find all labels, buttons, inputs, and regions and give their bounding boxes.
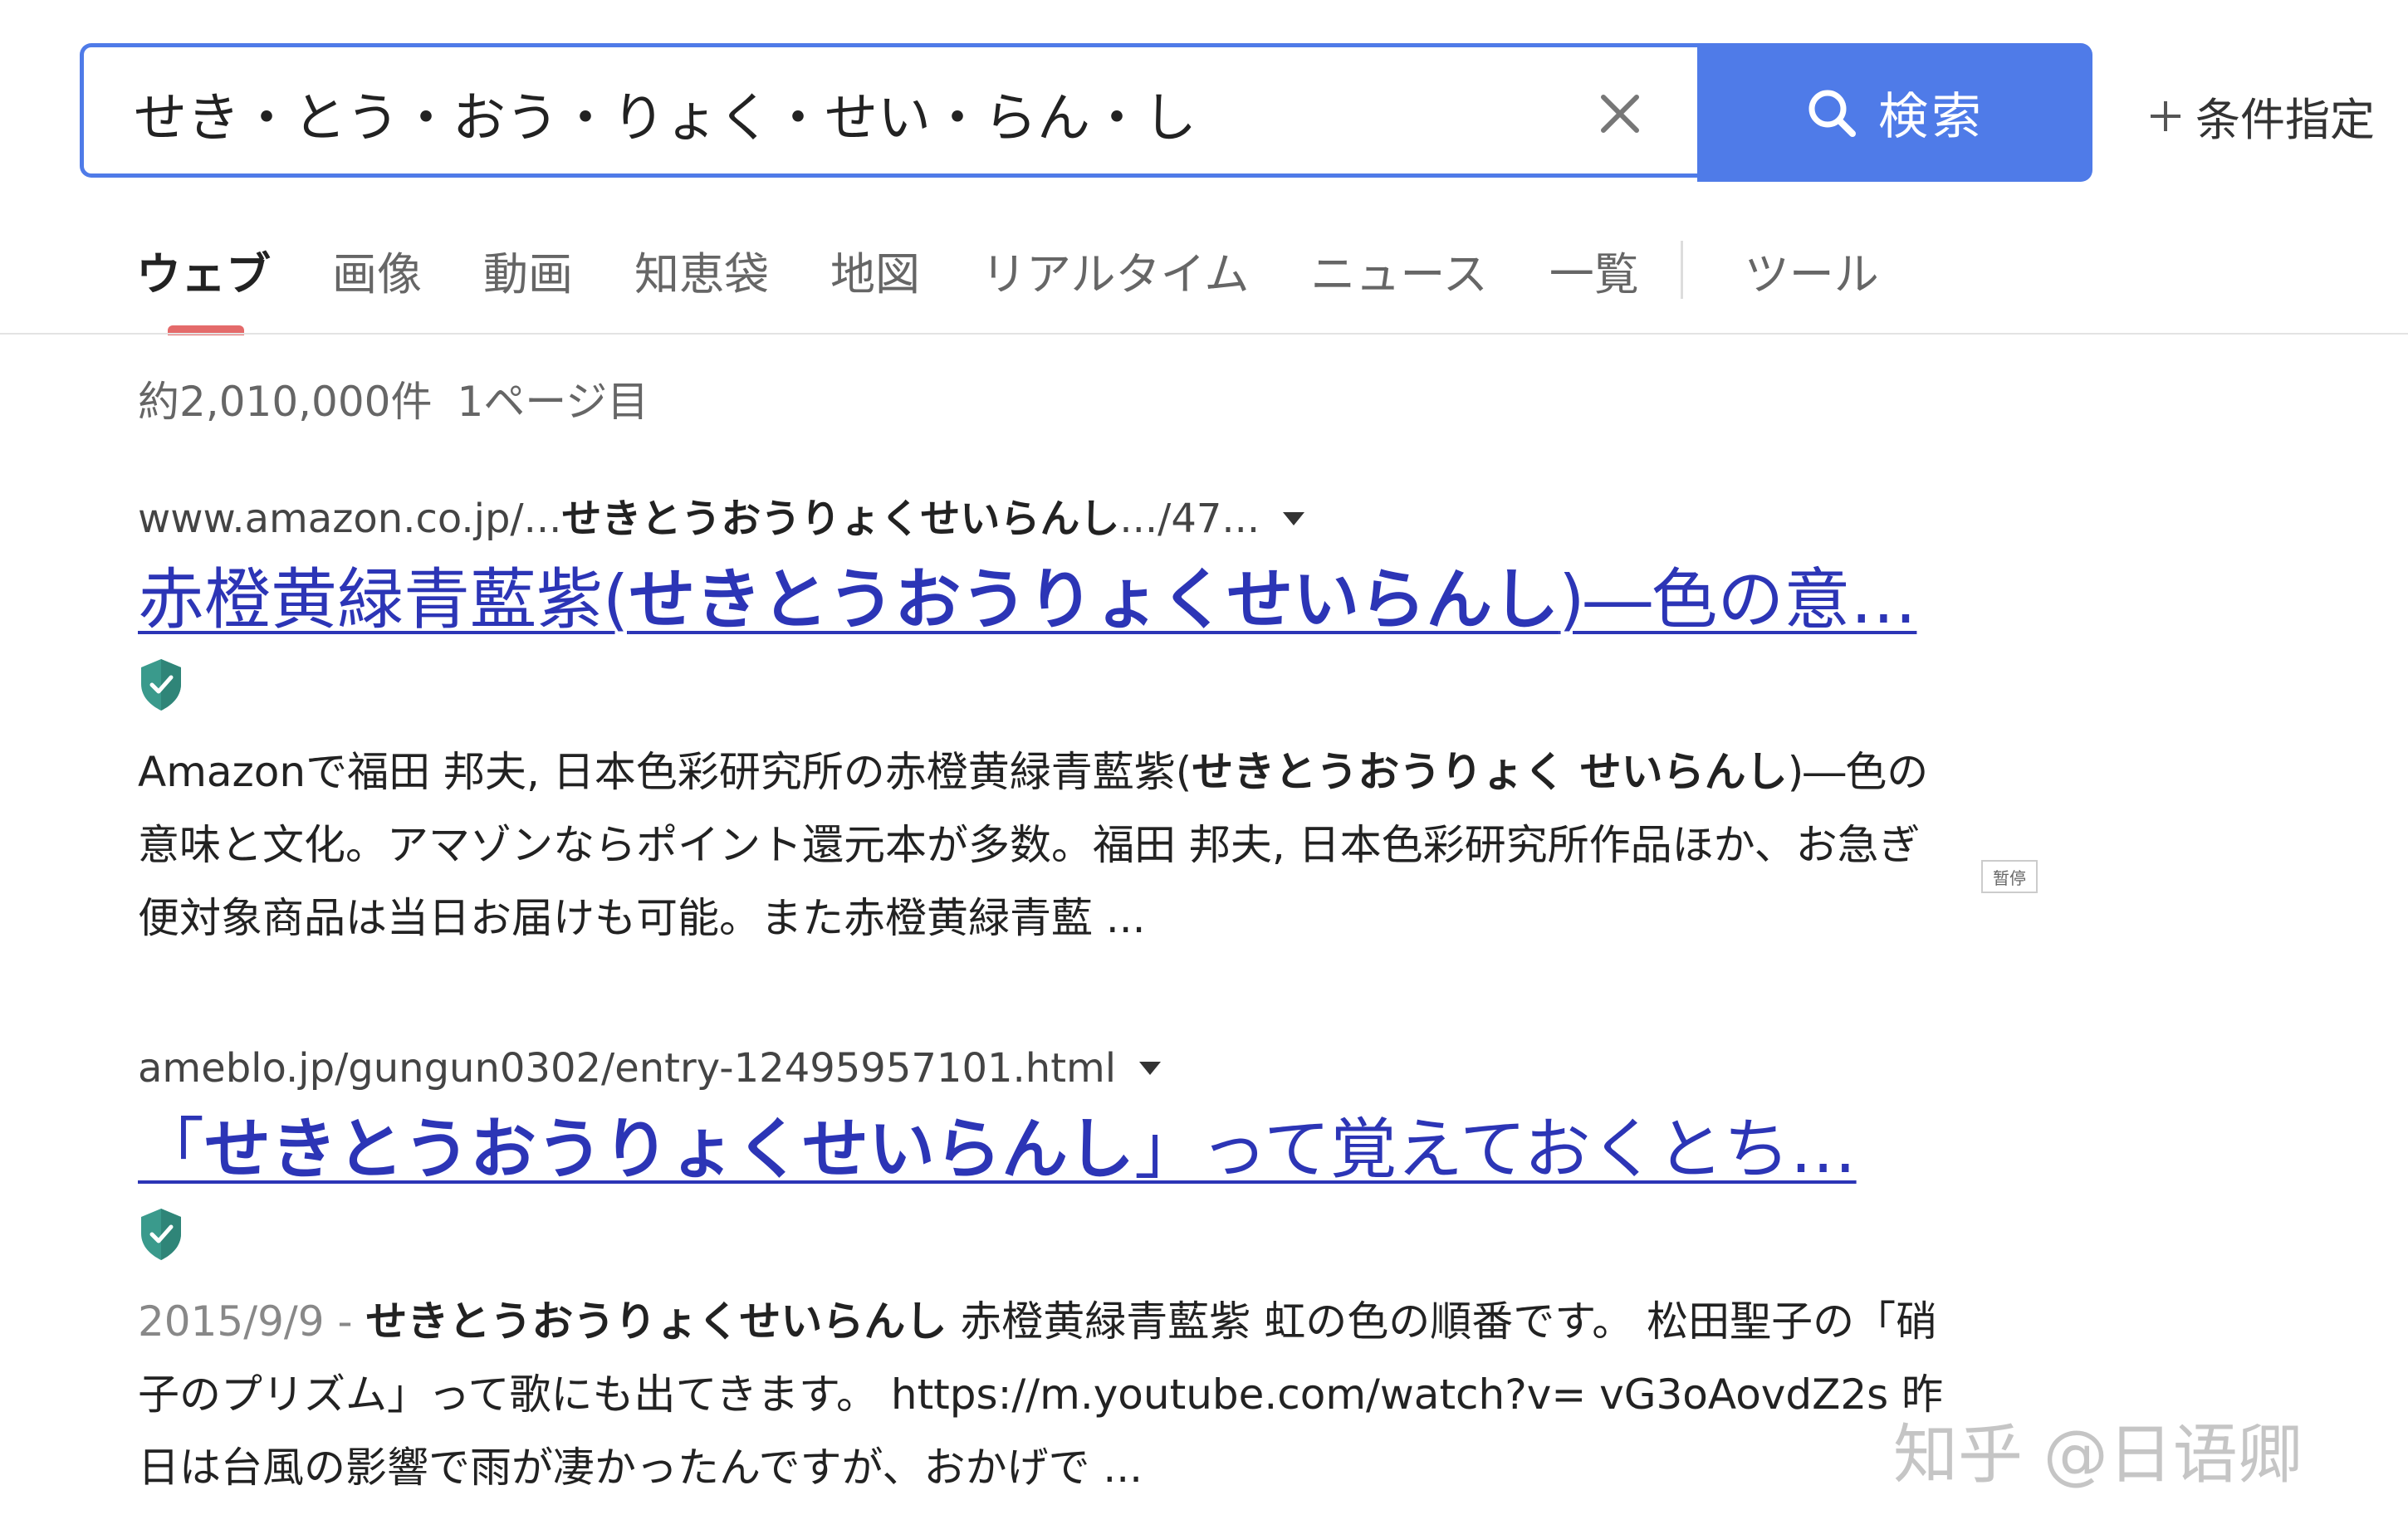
result-count: 約2,010,000件 1ページ目 [138,369,648,428]
result-url: ameblo.jp/gungun0302/entry-12495957101.h… [138,1039,1948,1097]
search-bar: 検索 条件指定 [80,43,2388,183]
shield-check-icon [141,1209,181,1260]
result-url: www.amazon.co.jp/... せきとうおうりょくせいらんし .../47… [138,490,1948,548]
clear-search-button[interactable] [1578,72,1662,155]
plus-icon [2151,100,2180,131]
tab-list[interactable]: 一覧 [1549,237,1639,303]
tab-divider [1680,241,1683,299]
result-title-pre: 赤橙黄緑青藍紫( [138,561,629,638]
search-result: www.amazon.co.jp/... せきとうおうりょくせいらんし .../47… [138,490,1948,955]
advanced-search-label: 条件指定 [2195,94,2375,146]
result-date-separator: - [324,1297,366,1346]
tab-realtime[interactable]: リアルタイム [981,237,1249,303]
result-title-post: )―色の意… [1559,561,1917,638]
result-url-highlight: せきとうおうりょくせいらんし [561,496,1120,542]
close-icon [1601,95,1639,133]
result-title-highlight: せきとうおうりょくせいらんし [204,1111,1134,1188]
snippet-text: Amazonで福田 邦夫, 日本色彩研究所の赤橙黄緑青藍紫( [138,748,1192,796]
tab-images[interactable]: 画像 [332,237,422,303]
vertical-tabs: ウェブ 画像 動画 知恵袋 地図 リアルタイム ニュース 一覧 ツール [136,224,1941,315]
result-title-link[interactable]: 赤橙黄緑青藍紫(せきとうおうりょくせいらんし)―色の意… [138,555,1948,646]
advanced-search-button[interactable]: 条件指定 [2147,83,2375,149]
result-title-link[interactable]: 「せきとうおうりょくせいらんし」って覚えておくとち… [138,1104,1948,1195]
result-url-prefix: www.amazon.co.jp/... [138,496,562,542]
snippet-highlight: せきとうおうりょく せいらんし [1192,748,1788,796]
result-total: 約2,010,000件 [138,378,433,426]
tab-web[interactable]: ウェブ [136,237,271,303]
tabs-divider-line [0,333,2408,335]
result-url-suffix: .../47... [1119,496,1260,542]
result-snippet: 2015/9/9 - せきとうおうりょくせいらんし 赤橙黄緑青藍紫 虹の色の順番… [138,1285,1948,1504]
result-url-prefix: ameblo.jp/gungun0302/entry-12495957101.h… [138,1045,1117,1092]
search-button[interactable]: 検索 [1697,43,2092,182]
tab-maps[interactable]: 地図 [830,237,920,303]
result-title-highlight: せきとうおうりょくせいらんし [629,561,1559,638]
pause-button[interactable]: 暂停 [1981,860,2038,893]
tab-videos[interactable]: 動画 [483,237,573,303]
search-input[interactable] [134,72,1545,155]
tab-tools[interactable]: ツール [1745,237,1879,303]
search-icon [1808,90,1856,137]
result-title-pre: 「 [138,1111,204,1188]
caret-down-icon[interactable] [1283,512,1305,525]
watermark: 知乎 @日语卿 [1893,1418,2303,1493]
result-date: 2015/9/9 [138,1297,325,1346]
result-snippet: Amazonで福田 邦夫, 日本色彩研究所の赤橙黄緑青藍紫(せきとうおうりょく … [138,735,1948,955]
verified-badge [138,1207,1948,1268]
shield-check-icon [141,659,181,711]
caret-down-icon[interactable] [1139,1062,1162,1075]
result-title-post: 」って覚えておくとち… [1134,1111,1857,1188]
tab-news[interactable]: ニュース [1310,237,1487,303]
search-box [80,43,1699,178]
search-button-label: 検索 [1878,88,1985,146]
result-page-number: 1ページ目 [457,378,649,426]
verified-badge [138,657,1948,719]
search-result: ameblo.jp/gungun0302/entry-12495957101.h… [138,1039,1948,1504]
tab-chiebukuro[interactable]: 知恵袋 [634,237,769,303]
snippet-highlight: せきとうおうりょくせいらんし [365,1297,947,1346]
